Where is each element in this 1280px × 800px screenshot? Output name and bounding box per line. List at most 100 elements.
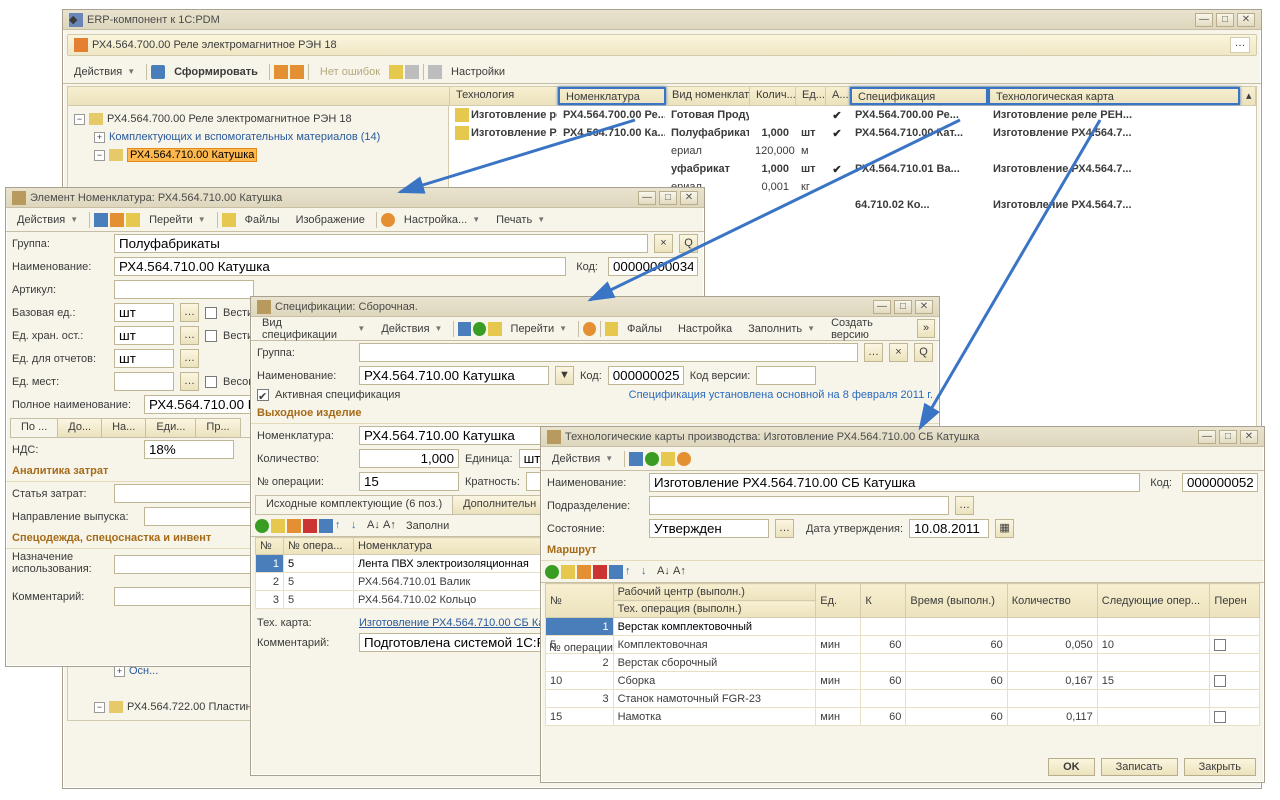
save-icon[interactable]: [458, 322, 471, 336]
expand-icon[interactable]: −: [74, 114, 85, 125]
actions-menu[interactable]: Действия▼: [67, 64, 142, 80]
delete-icon[interactable]: [303, 519, 317, 533]
save-button[interactable]: Записать: [1101, 758, 1178, 776]
image-button[interactable]: Изображение: [289, 212, 372, 228]
tab-dop[interactable]: Дополнительн: [452, 495, 547, 514]
clear-btn[interactable]: ×: [654, 234, 673, 253]
codever-input[interactable]: [756, 366, 816, 385]
files-button[interactable]: Файлы: [238, 212, 287, 228]
close-button[interactable]: ✕: [1237, 13, 1255, 27]
max-button[interactable]: □: [1216, 13, 1234, 27]
expand-icon[interactable]: +: [94, 132, 105, 143]
add2-icon[interactable]: [271, 519, 285, 533]
print-menu[interactable]: Печать▼: [489, 212, 552, 228]
table-row[interactable]: 5Комплектовочнаямин60600,05010: [546, 636, 1260, 654]
col-ed[interactable]: Ед...: [796, 87, 826, 105]
code-input[interactable]: [608, 257, 698, 276]
save-icon[interactable]: [629, 452, 643, 466]
copy-icon[interactable]: [488, 322, 501, 336]
add-icon[interactable]: [545, 565, 559, 579]
table-row[interactable]: Изготовление РХ4.5...РХ4.564.710.00 Ка..…: [449, 124, 1256, 142]
edmest-input[interactable]: [114, 372, 174, 391]
tab-do[interactable]: До...: [57, 418, 102, 437]
max-button[interactable]: □: [1219, 430, 1237, 444]
table-row[interactable]: уфабрикат1,000шт✔РХ4.564.710.01 Ва...Изг…: [449, 160, 1256, 178]
code-input[interactable]: [608, 366, 684, 385]
col-a[interactable]: А...: [826, 87, 850, 105]
tree-child-1[interactable]: + Комплектующих и вспомогательных матери…: [74, 128, 442, 146]
code-input[interactable]: [1182, 473, 1258, 492]
copy-icon[interactable]: [661, 452, 675, 466]
podr-input[interactable]: [649, 496, 949, 515]
col-spec[interactable]: Спецификация: [850, 87, 988, 105]
edhr-input[interactable]: [114, 326, 174, 345]
col-qty[interactable]: Колич...: [750, 87, 796, 105]
name-input[interactable]: [649, 473, 1140, 492]
more-btn[interactable]: »: [917, 319, 935, 338]
settings-button[interactable]: Настройка: [671, 321, 739, 337]
add2-icon[interactable]: [561, 565, 575, 579]
active-checkbox[interactable]: ✔: [257, 389, 269, 401]
form-button[interactable]: Сформировать: [167, 64, 265, 80]
min-button[interactable]: —: [1198, 430, 1216, 444]
help-icon[interactable]: [677, 452, 691, 466]
help-icon[interactable]: [381, 213, 395, 227]
group-input[interactable]: [359, 343, 858, 362]
baseed-input[interactable]: [114, 303, 174, 322]
refresh-icon[interactable]: [645, 452, 659, 466]
uchet2-checkbox[interactable]: [205, 330, 217, 342]
name-input[interactable]: [359, 366, 549, 385]
edit-icon[interactable]: [577, 565, 591, 579]
settings-button[interactable]: Настройки: [444, 64, 512, 80]
ok-button[interactable]: OK: [1048, 758, 1095, 776]
actions-menu[interactable]: Действия▼: [10, 212, 85, 228]
version-button[interactable]: Создать версию: [824, 315, 915, 343]
uchet-checkbox[interactable]: [205, 307, 217, 319]
edot-input[interactable]: [114, 349, 174, 368]
fill-button[interactable]: Заполни: [399, 518, 456, 534]
close-button[interactable]: ✕: [915, 300, 933, 314]
refresh-icon[interactable]: [110, 213, 124, 227]
noop-input[interactable]: [359, 472, 459, 491]
close-button[interactable]: ✕: [1240, 430, 1258, 444]
tree-child-2[interactable]: − РХ4.564.710.00 Катушка: [74, 146, 442, 164]
add-icon[interactable]: [255, 519, 269, 533]
table-row[interactable]: 15Намоткамин60600,117: [546, 708, 1260, 726]
actions-menu[interactable]: Действия▼: [374, 321, 449, 337]
tree-root[interactable]: − РХ4.564.700.00 Реле электромагнитное Р…: [74, 110, 442, 128]
attach-icon[interactable]: [605, 322, 618, 336]
col-tech[interactable]: Технология: [450, 87, 558, 105]
sort-az-icon[interactable]: A↓: [657, 565, 671, 579]
attach-icon[interactable]: [222, 213, 236, 227]
table-row[interactable]: Изготовление реле ...РХ4.564.700.00 Ре..…: [449, 106, 1256, 124]
tool-icon-3[interactable]: [389, 65, 403, 79]
tool-icon-4[interactable]: [405, 65, 419, 79]
max-button[interactable]: □: [894, 300, 912, 314]
name-input[interactable]: [114, 257, 566, 276]
delete-icon[interactable]: [593, 565, 607, 579]
col-vid[interactable]: Вид номенклат...: [666, 87, 750, 105]
calendar-icon[interactable]: ▦: [995, 519, 1014, 538]
edit-icon[interactable]: [287, 519, 301, 533]
settings-menu[interactable]: Настройка...▼: [397, 212, 487, 228]
col-nomen[interactable]: Номенклатура: [558, 87, 666, 105]
table-row[interactable]: ериал120,000м: [449, 142, 1256, 160]
sort-za-icon[interactable]: A↑: [383, 519, 397, 533]
actions-menu[interactable]: Действия▼: [545, 451, 620, 467]
vidspec-menu[interactable]: Вид спецификации▼: [255, 315, 372, 343]
qty-input[interactable]: [359, 449, 459, 468]
min-button[interactable]: —: [638, 191, 656, 205]
down-icon[interactable]: ↓: [641, 565, 655, 579]
up-icon[interactable]: ↑: [335, 519, 349, 533]
date-input[interactable]: [909, 519, 989, 538]
down-icon[interactable]: ↓: [351, 519, 365, 533]
artikul-input[interactable]: [114, 280, 254, 299]
goto-menu[interactable]: Перейти▼: [504, 321, 575, 337]
table-row[interactable]: 10Сборкамин60600,16715: [546, 672, 1260, 690]
refresh-icon[interactable]: [473, 322, 486, 336]
vesovoi-checkbox[interactable]: [205, 376, 217, 388]
tab-edi[interactable]: Еди...: [145, 418, 196, 437]
min-button[interactable]: —: [1195, 13, 1213, 27]
tab-src[interactable]: Исходные комплектующие (6 поз.): [255, 495, 453, 514]
tab-po[interactable]: По ...: [10, 418, 58, 437]
